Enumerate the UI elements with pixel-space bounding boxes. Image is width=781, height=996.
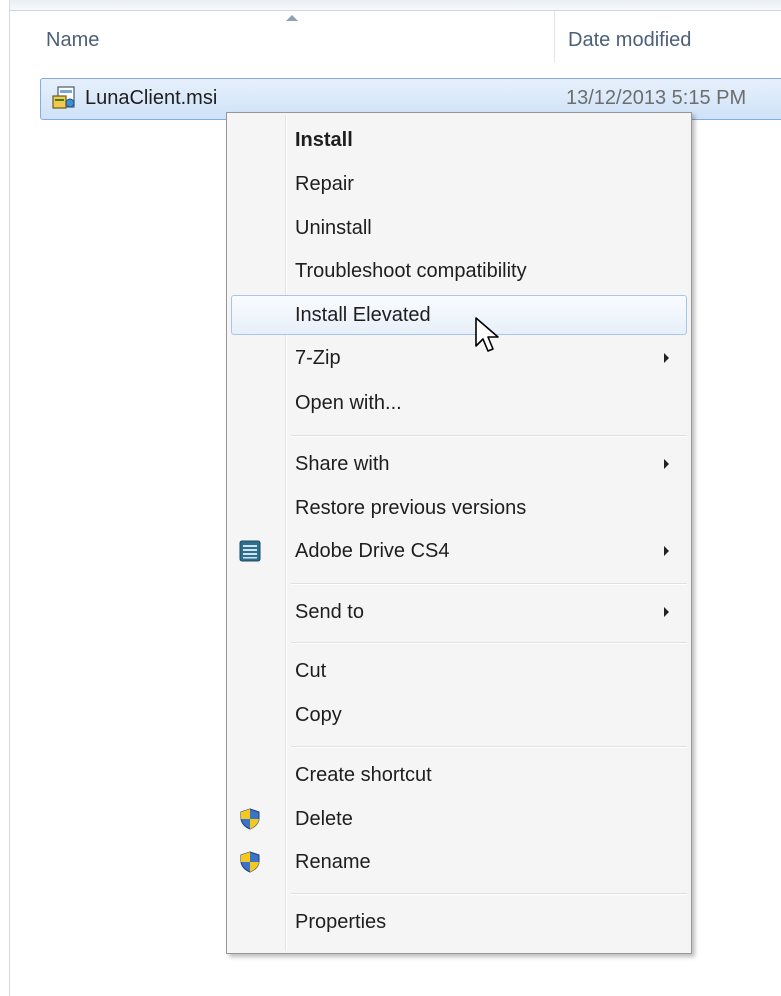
menu-item-label: Delete (295, 808, 353, 830)
menu-item-label: Install (295, 129, 353, 151)
column-header: Name Date modified (10, 11, 781, 63)
menu-item-label: Install Elevated (295, 304, 431, 326)
msi-installer-icon (52, 86, 75, 109)
menu-item-label: Troubleshoot compatibility (295, 260, 527, 282)
mouse-pointer-icon (475, 317, 499, 352)
menu-item-label: Repair (295, 173, 354, 195)
menu-item-create-shortcut[interactable]: Create shortcut (231, 755, 687, 795)
file-name: LunaClient.msi (85, 87, 218, 109)
submenu-arrow-icon (664, 546, 669, 556)
uac-shield-icon (240, 808, 260, 830)
submenu-arrow-icon (664, 607, 669, 617)
menu-separator (291, 746, 687, 748)
column-name-header[interactable]: Name (46, 29, 99, 52)
menu-item-label: Restore previous versions (295, 497, 527, 519)
menu-separator (291, 893, 687, 895)
menu-item-label: Send to (295, 601, 364, 623)
adobe-drive-icon (239, 540, 261, 562)
menu-item-copy[interactable]: Copy (231, 695, 687, 735)
toolbar-edge (10, 0, 781, 11)
file-date-modified: 13/12/2013 5:15 PM (566, 87, 747, 109)
menu-item-7zip[interactable]: 7-Zip (231, 338, 687, 378)
window-left-border (9, 0, 10, 996)
menu-item-uninstall[interactable]: Uninstall (231, 208, 687, 248)
menu-item-label: Rename (295, 851, 371, 873)
menu-separator (291, 435, 687, 437)
sort-ascending-icon (286, 15, 298, 21)
menu-item-label: Copy (295, 704, 342, 726)
menu-item-label: Share with (295, 453, 390, 475)
menu-item-adobe-drive-cs4[interactable]: Adobe Drive CS4 (231, 531, 687, 571)
column-divider[interactable] (554, 11, 555, 63)
menu-item-label: 7-Zip (295, 347, 341, 369)
menu-item-install-elevated[interactable]: Install Elevated (231, 295, 687, 335)
menu-item-properties[interactable]: Properties (231, 902, 687, 942)
menu-item-label: Cut (295, 660, 327, 682)
menu-item-repair[interactable]: Repair (231, 164, 687, 204)
context-menu: Install Repair Uninstall Troubleshoot co… (226, 112, 692, 954)
uac-shield-icon (240, 851, 260, 873)
menu-item-restore-previous-versions[interactable]: Restore previous versions (231, 488, 687, 528)
menu-item-rename[interactable]: Rename (231, 842, 687, 882)
menu-item-install[interactable]: Install (231, 120, 687, 160)
menu-item-label: Properties (295, 911, 387, 933)
menu-item-share-with[interactable]: Share with (231, 444, 687, 484)
menu-item-open-with[interactable]: Open with... (231, 383, 687, 423)
menu-item-label: Open with... (295, 392, 402, 414)
menu-item-cut[interactable]: Cut (231, 651, 687, 691)
menu-item-label: Adobe Drive CS4 (295, 540, 450, 562)
menu-item-troubleshoot-compatibility[interactable]: Troubleshoot compatibility (231, 251, 687, 291)
menu-item-label: Uninstall (295, 217, 372, 239)
column-date-modified-header[interactable]: Date modified (568, 29, 691, 52)
submenu-arrow-icon (664, 353, 669, 363)
menu-item-send-to[interactable]: Send to (231, 592, 687, 632)
menu-separator (291, 642, 687, 644)
menu-item-label: Create shortcut (295, 764, 432, 786)
menu-item-delete[interactable]: Delete (231, 799, 687, 839)
menu-separator (291, 583, 687, 585)
submenu-arrow-icon (664, 459, 669, 469)
